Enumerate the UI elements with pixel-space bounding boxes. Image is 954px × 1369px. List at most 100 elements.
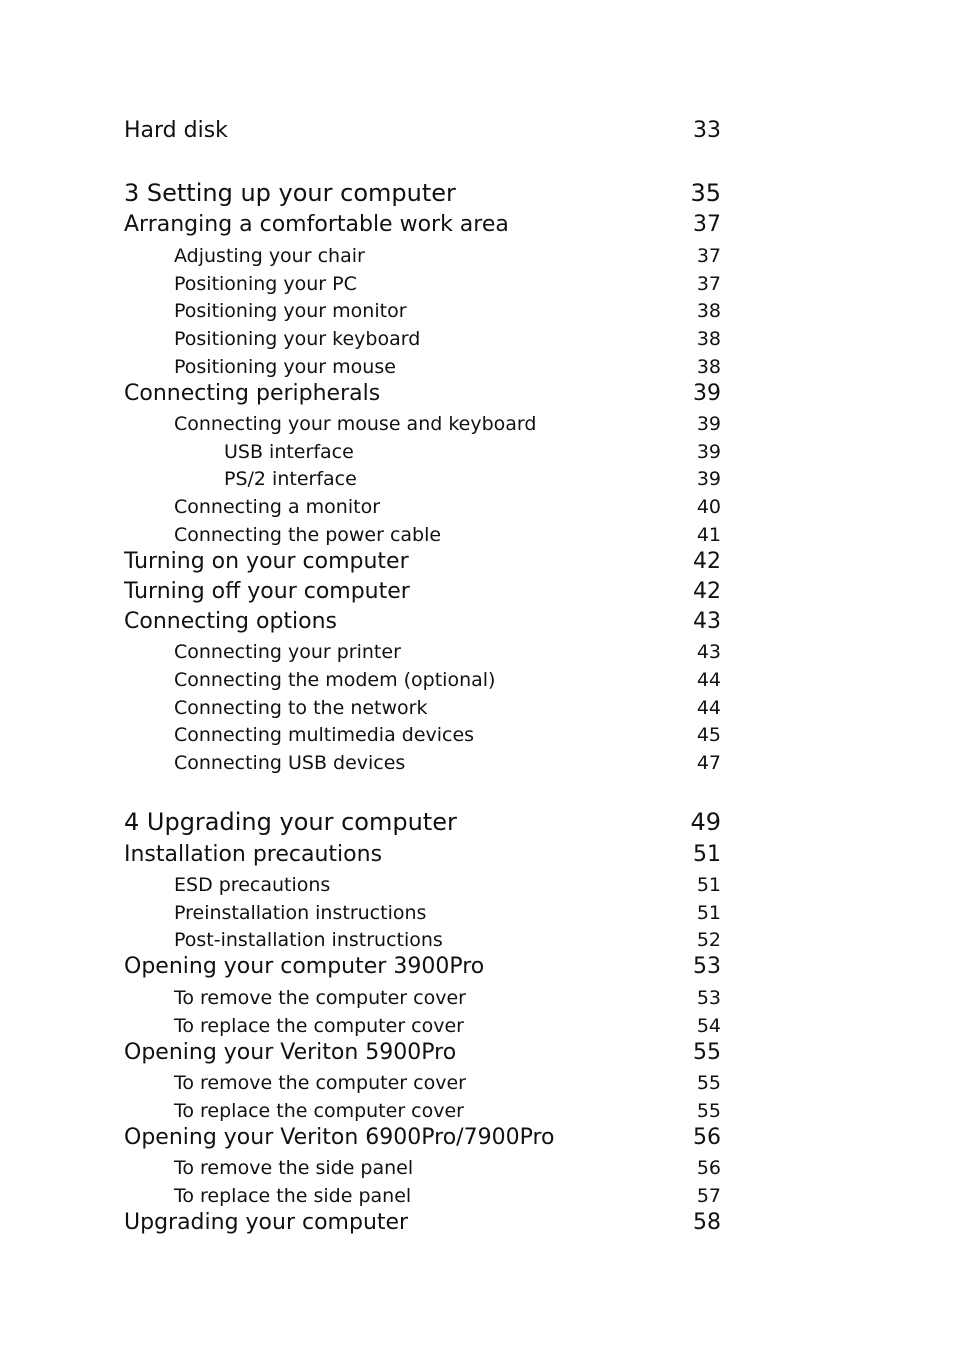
- toc-entry-subsection[interactable]: Positioning your mouse 38: [124, 356, 721, 378]
- toc-entry-subsection[interactable]: Connecting a monitor 40: [124, 496, 721, 518]
- toc-entry-title: To remove the computer cover: [174, 1072, 466, 1094]
- toc-entry-subsection[interactable]: Post-installation instructions 52: [124, 929, 721, 951]
- toc-entry-title: Positioning your mouse: [174, 356, 396, 378]
- toc-entry-page-number: 39: [693, 381, 721, 406]
- toc-entry-page-number: 35: [690, 179, 721, 207]
- toc-entry-title: Connecting options: [124, 609, 338, 634]
- toc-entry-page-number: 38: [696, 328, 721, 350]
- toc-entry-page-number: 33: [693, 118, 721, 143]
- toc-entry-subsection[interactable]: Connecting USB devices 47: [124, 752, 721, 774]
- toc-entry-page-number: 51: [696, 902, 721, 924]
- toc-entry-page-number: 44: [696, 697, 721, 719]
- toc-entry-title: Opening your Veriton 6900Pro/7900Pro: [124, 1125, 555, 1150]
- toc-entry-chapter[interactable]: 4 Upgrading your computer 49: [124, 808, 721, 836]
- toc-entry-title: 3 Setting up your computer: [124, 179, 456, 207]
- toc-entry-section[interactable]: Upgrading your computer 58: [124, 1210, 721, 1235]
- toc-entry-section[interactable]: Opening your computer 3900Pro 53: [124, 954, 721, 979]
- toc-entry-page-number: 41: [696, 524, 721, 546]
- toc-entry-subsection[interactable]: ESD precautions 51: [124, 874, 721, 896]
- toc-entry-subsection[interactable]: To replace the side panel 57: [124, 1185, 721, 1207]
- toc-entry-title: Adjusting your chair: [174, 245, 365, 267]
- toc-entry-page-number: 43: [696, 641, 721, 663]
- toc-entry-page-number: 49: [690, 808, 721, 836]
- toc-entry-title: Upgrading your computer: [124, 1210, 409, 1235]
- toc-entry-page-number: 55: [696, 1072, 721, 1094]
- toc-entry-title: USB interface: [224, 441, 354, 463]
- toc-entry-title: Connecting USB devices: [174, 752, 406, 774]
- toc-entry-page-number: 47: [696, 752, 721, 774]
- toc-entry-subsection[interactable]: Connecting multimedia devices 45: [124, 724, 721, 746]
- toc-entry-page-number: 56: [693, 1125, 721, 1150]
- toc-entry-page-number: 57: [696, 1185, 721, 1207]
- toc-entry-page-number: 42: [693, 549, 721, 574]
- toc-entry-subsection[interactable]: Connecting the power cable 41: [124, 524, 721, 546]
- toc-entry-title: Turning on your computer: [124, 549, 409, 574]
- toc-entry-title: Connecting multimedia devices: [174, 724, 475, 746]
- toc-entry-section[interactable]: Turning off your computer 42: [124, 579, 721, 604]
- toc-entry-subsection[interactable]: To replace the computer cover 54: [124, 1015, 721, 1037]
- toc-entry-title: Hard disk: [124, 118, 228, 143]
- toc-entry-page-number: 54: [696, 1015, 721, 1037]
- toc-entry-title: Positioning your keyboard: [174, 328, 421, 350]
- toc-entry-page-number: 53: [693, 954, 721, 979]
- toc-entry-title: Turning off your computer: [124, 579, 410, 604]
- toc-entry-page-number: 39: [696, 413, 721, 435]
- toc-entry-subsection[interactable]: Positioning your PC 37: [124, 273, 721, 295]
- toc-entry-title: Connecting peripherals: [124, 381, 381, 406]
- toc-entry-section[interactable]: Opening your Veriton 5900Pro 55: [124, 1040, 721, 1065]
- toc-entry-section[interactable]: Connecting peripherals 39: [124, 381, 721, 406]
- toc-entry-page-number: 37: [696, 273, 721, 295]
- toc-entry-subsection[interactable]: Positioning your monitor 38: [124, 300, 721, 322]
- toc-entry-title: Positioning your PC: [174, 273, 357, 295]
- toc-entry-section[interactable]: Connecting options 43: [124, 609, 721, 634]
- toc-entry-section[interactable]: Turning on your computer 42: [124, 549, 721, 574]
- toc-entry-page-number: 45: [696, 724, 721, 746]
- toc-entry-page-number: 56: [696, 1157, 721, 1179]
- toc-entry-page-number: 51: [693, 842, 721, 867]
- toc-entry-title: Preinstallation instructions: [174, 902, 427, 924]
- toc-entry-title: To remove the computer cover: [174, 987, 466, 1009]
- toc-entry-page-number: 43: [693, 609, 721, 634]
- toc-entry-page-number: 53: [696, 987, 721, 1009]
- toc-entry-subsection[interactable]: Connecting to the network 44: [124, 697, 721, 719]
- toc-entry-subsection[interactable]: Preinstallation instructions 51: [124, 902, 721, 924]
- toc-entry-subsection[interactable]: Adjusting your chair 37: [124, 245, 721, 267]
- toc-entry-subsection[interactable]: Connecting your printer 43: [124, 641, 721, 663]
- toc-entry-page-number: 37: [693, 212, 721, 237]
- toc-entry-page-number: 37: [696, 245, 721, 267]
- toc-entry-title: Connecting your printer: [174, 641, 401, 663]
- toc-entry-title: To remove the side panel: [174, 1157, 414, 1179]
- toc-entry-title: Connecting the power cable: [174, 524, 442, 546]
- toc-entry-page-number: 55: [693, 1040, 721, 1065]
- toc-entry-page-number: 51: [696, 874, 721, 896]
- toc-entry-subsubsection[interactable]: USB interface 39: [124, 441, 721, 463]
- toc-entry-section[interactable]: Opening your Veriton 6900Pro/7900Pro 56: [124, 1125, 721, 1150]
- toc-entry-title: ESD precautions: [174, 874, 331, 896]
- toc-entry-subsection[interactable]: To remove the computer cover 55: [124, 1072, 721, 1094]
- toc-entry-subsection[interactable]: To replace the computer cover 55: [124, 1100, 721, 1122]
- toc-entry-page-number: 38: [696, 300, 721, 322]
- toc-entry-subsection[interactable]: Connecting the modem (optional) 44: [124, 669, 721, 691]
- toc-entry-page-number: 42: [693, 579, 721, 604]
- toc-entry-section[interactable]: Hard disk 33: [124, 118, 721, 143]
- toc-entry-page-number: 40: [696, 496, 721, 518]
- toc-entry-subsection[interactable]: Connecting your mouse and keyboard 39: [124, 413, 721, 435]
- toc-entry-title: Positioning your monitor: [174, 300, 407, 322]
- toc-entry-subsubsection[interactable]: PS/2 interface 39: [124, 468, 721, 490]
- toc-entry-title: Installation precautions: [124, 842, 383, 867]
- toc-entry-title: Post-installation instructions: [174, 929, 443, 951]
- toc-entry-title: 4 Upgrading your computer: [124, 808, 457, 836]
- toc-entry-section[interactable]: Arranging a comfortable work area 37: [124, 212, 721, 237]
- toc-entry-subsection[interactable]: To remove the computer cover 53: [124, 987, 721, 1009]
- toc-entry-section[interactable]: Installation precautions 51: [124, 842, 721, 867]
- toc-entry-title: Connecting the modem (optional): [174, 669, 496, 691]
- toc-entry-subsection[interactable]: Positioning your keyboard 38: [124, 328, 721, 350]
- toc-entry-page-number: 38: [696, 356, 721, 378]
- toc-entry-page-number: 44: [696, 669, 721, 691]
- toc-entry-subsection[interactable]: To remove the side panel 56: [124, 1157, 721, 1179]
- toc-entry-page-number: 55: [696, 1100, 721, 1122]
- toc-entry-page-number: 52: [696, 929, 721, 951]
- toc-entry-title: To replace the computer cover: [174, 1100, 464, 1122]
- toc-entry-title: Opening your Veriton 5900Pro: [124, 1040, 457, 1065]
- toc-entry-chapter[interactable]: 3 Setting up your computer 35: [124, 179, 721, 207]
